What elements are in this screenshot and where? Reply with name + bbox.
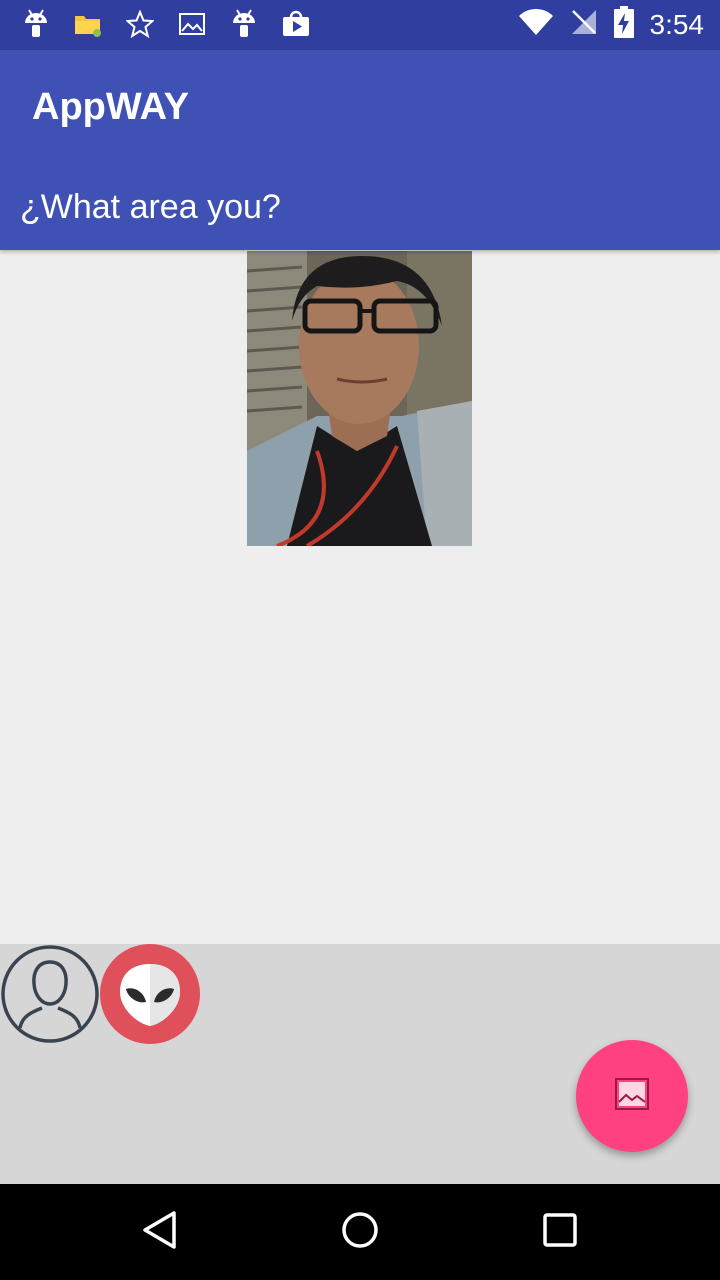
profile-button[interactable] bbox=[0, 944, 100, 1044]
back-button[interactable] bbox=[136, 1208, 184, 1256]
status-time: 3:54 bbox=[649, 8, 705, 40]
image-icon bbox=[614, 1076, 650, 1117]
battery-charging-icon bbox=[613, 6, 634, 43]
app-bar: AppWAY ¿What area you? bbox=[0, 50, 720, 250]
image-icon bbox=[176, 8, 208, 40]
bottom-panel bbox=[0, 944, 720, 1184]
play-store-icon bbox=[280, 8, 312, 40]
screen: 3:54 AppWAY ¿What area you? bbox=[0, 0, 720, 1280]
home-icon bbox=[340, 1210, 380, 1255]
profile-photo bbox=[247, 251, 472, 546]
android-icon bbox=[228, 8, 260, 40]
app-subtitle: ¿What area you? bbox=[20, 188, 281, 226]
home-button[interactable] bbox=[336, 1208, 384, 1256]
system-status: 3:54 bbox=[518, 6, 705, 43]
notification-icons bbox=[20, 8, 312, 40]
recents-icon bbox=[540, 1210, 580, 1255]
app-title: AppWAY bbox=[32, 86, 189, 128]
alien-icon bbox=[100, 964, 200, 1048]
recents-button[interactable] bbox=[536, 1208, 584, 1256]
navigation-bar bbox=[0, 1184, 720, 1280]
status-bar: 3:54 bbox=[0, 0, 720, 50]
back-icon bbox=[140, 1210, 180, 1255]
android-icon bbox=[20, 8, 52, 40]
pick-image-button[interactable] bbox=[576, 1040, 688, 1152]
wifi-icon bbox=[518, 8, 554, 41]
star-icon bbox=[124, 8, 156, 40]
alien-button[interactable] bbox=[100, 944, 200, 1044]
no-signal-icon bbox=[570, 8, 598, 41]
person-outline-icon bbox=[0, 945, 100, 1048]
folder-icon bbox=[72, 8, 104, 40]
